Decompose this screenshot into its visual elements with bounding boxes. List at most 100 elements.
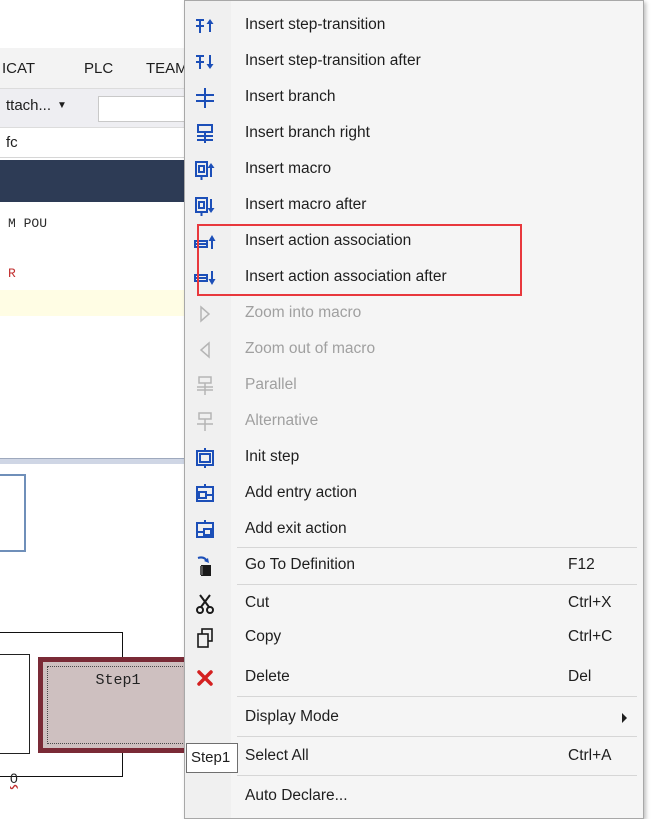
menu-item-parallel[interactable]: Parallel bbox=[185, 368, 643, 404]
menu-item-shortcut: Ctrl+C bbox=[568, 628, 613, 645]
menu-item-ecat[interactable]: ICAT bbox=[2, 60, 35, 77]
sfc-step-step1[interactable]: Step1 bbox=[38, 657, 198, 753]
sfc-text: 0 bbox=[10, 770, 18, 786]
menu-item-insert-step-transition-after[interactable]: Insert step-transition after bbox=[185, 44, 643, 80]
menu-item-insert-macro-after[interactable]: Insert macro after bbox=[185, 188, 643, 224]
insert-macro-icon bbox=[193, 158, 217, 182]
menu-item-insert-action-association-after[interactable]: Insert action association after bbox=[185, 260, 643, 296]
sfc-editor[interactable]: Step1 0 bbox=[0, 464, 200, 819]
menu-item-insert-branch[interactable]: Insert branch bbox=[185, 80, 643, 116]
chevron-down-icon: ▼ bbox=[57, 100, 67, 111]
menu-item-cut[interactable]: Cut Ctrl+X bbox=[185, 586, 643, 622]
menu-item-copy[interactable]: Copy Ctrl+C bbox=[185, 620, 643, 656]
sfc-connector bbox=[0, 632, 122, 633]
menu-item-shortcut: Ctrl+X bbox=[568, 594, 612, 611]
declaration-editor[interactable]: M POU R bbox=[0, 202, 200, 452]
delete-icon bbox=[193, 666, 217, 690]
menu-item-insert-branch-right[interactable]: Insert branch right bbox=[185, 116, 643, 152]
insert-branch-right-icon bbox=[193, 122, 217, 146]
alternative-icon bbox=[193, 410, 217, 434]
menu-item-label: Display Mode bbox=[245, 708, 339, 725]
menu-item-team[interactable]: TEAM bbox=[146, 60, 188, 77]
menu-item-add-exit-action[interactable]: Add exit action bbox=[185, 512, 643, 548]
menu-item-zoom-out-of-macro[interactable]: Zoom out of macro bbox=[185, 332, 643, 368]
add-entry-action-icon bbox=[193, 482, 217, 506]
zoom-into-macro-icon bbox=[193, 302, 217, 326]
menu-item-add-entry-action[interactable]: Add entry action bbox=[185, 476, 643, 512]
zoom-out-of-macro-icon bbox=[193, 338, 217, 362]
menu-item-label: Insert action association after bbox=[245, 268, 447, 285]
submenu-arrow-icon bbox=[622, 713, 627, 723]
insert-macro-after-icon bbox=[193, 194, 217, 218]
menu-item-init-step[interactable]: Init step bbox=[185, 440, 643, 476]
sfc-connector bbox=[0, 776, 122, 777]
decl-line: R bbox=[8, 266, 16, 281]
menu-item-label: Init step bbox=[245, 448, 300, 465]
copy-icon bbox=[193, 626, 217, 650]
attach-dropdown[interactable]: ttach... ▼ bbox=[0, 97, 67, 121]
menu-separator bbox=[237, 696, 637, 697]
menu-item-label: Zoom into macro bbox=[245, 304, 362, 321]
menu-item-label: Insert step-transition after bbox=[245, 52, 421, 69]
menu-item-shortcut: Ctrl+A bbox=[568, 747, 612, 764]
menu-item-go-to-definition[interactable]: Go To Definition F12 bbox=[185, 548, 643, 584]
menu-item-auto-declare[interactable]: Auto Declare... bbox=[185, 779, 643, 815]
menu-item-delete[interactable]: Delete Del bbox=[185, 660, 643, 696]
add-exit-action-icon bbox=[193, 518, 217, 542]
menu-item-display-mode[interactable]: Display Mode bbox=[185, 700, 643, 736]
sfc-connector bbox=[122, 632, 123, 657]
menu-item-label: Zoom out of macro bbox=[245, 340, 376, 357]
menu-item-label: Copy bbox=[245, 628, 282, 645]
sfc-element[interactable] bbox=[0, 474, 26, 552]
menu-item-shortcut: F12 bbox=[568, 556, 595, 573]
menu-item-shortcut: Del bbox=[568, 668, 592, 685]
menu-item-label: Alternative bbox=[245, 412, 319, 429]
sfc-connector bbox=[122, 753, 123, 777]
menu-item-insert-action-association[interactable]: Insert action association bbox=[185, 224, 643, 260]
menu-item-label: Add entry action bbox=[245, 484, 358, 501]
sfc-step-frame[interactable] bbox=[0, 654, 30, 754]
menu-bar: ICAT PLC TEAM bbox=[0, 48, 200, 88]
menu-separator bbox=[237, 775, 637, 776]
file-path-text: fc bbox=[6, 134, 18, 151]
context-menu: Insert step-transition Insert step-trans… bbox=[184, 0, 644, 819]
editor-tab-bar bbox=[0, 160, 200, 202]
menu-item-label: Go To Definition bbox=[245, 556, 355, 573]
menu-item-zoom-into-macro[interactable]: Zoom into macro bbox=[185, 296, 643, 332]
menu-item-label: Add exit action bbox=[245, 520, 347, 537]
insert-action-association-after-icon bbox=[193, 266, 217, 290]
menu-item-plc[interactable]: PLC bbox=[84, 60, 113, 77]
menu-item-alternative[interactable]: Alternative bbox=[185, 404, 643, 440]
menu-item-label: Insert action association bbox=[245, 232, 412, 249]
menu-separator bbox=[237, 584, 637, 585]
toolbar: ttach... ▼ bbox=[0, 88, 208, 128]
attach-label: ttach... bbox=[6, 97, 52, 114]
insert-branch-icon bbox=[193, 86, 217, 110]
menu-item-label: Delete bbox=[245, 668, 290, 685]
menu-item-label: Insert step-transition bbox=[245, 16, 386, 33]
menu-item-label: Auto Declare... bbox=[245, 787, 348, 804]
menu-separator bbox=[237, 736, 637, 737]
insert-step-transition-icon bbox=[193, 14, 217, 38]
menu-item-label: Insert macro after bbox=[245, 196, 367, 213]
init-step-icon bbox=[193, 446, 217, 470]
insert-step-transition-after-icon bbox=[193, 50, 217, 74]
decl-line: M POU bbox=[8, 216, 48, 231]
current-line-highlight bbox=[0, 290, 200, 316]
go-to-definition-icon bbox=[193, 554, 217, 578]
menu-item-label: Insert macro bbox=[245, 160, 332, 177]
menu-item-insert-macro[interactable]: Insert macro bbox=[185, 152, 643, 188]
file-path-field: fc bbox=[0, 130, 200, 158]
parallel-icon bbox=[193, 374, 217, 398]
menu-item-label: Cut bbox=[245, 594, 270, 611]
menu-item-label: Insert branch bbox=[245, 88, 336, 105]
menu-item-label: Insert branch right bbox=[245, 124, 370, 141]
menu-item-label: Select All bbox=[245, 747, 309, 764]
cut-icon bbox=[193, 592, 217, 616]
menu-item-label: Parallel bbox=[245, 376, 297, 393]
insert-action-association-icon bbox=[193, 230, 217, 254]
step-label: Step1 bbox=[95, 672, 141, 689]
menu-item-insert-step-transition[interactable]: Insert step-transition bbox=[185, 8, 643, 44]
step-tooltip: Step1 bbox=[186, 743, 238, 773]
menu-item-select-all[interactable]: Select All Ctrl+A bbox=[185, 739, 643, 775]
